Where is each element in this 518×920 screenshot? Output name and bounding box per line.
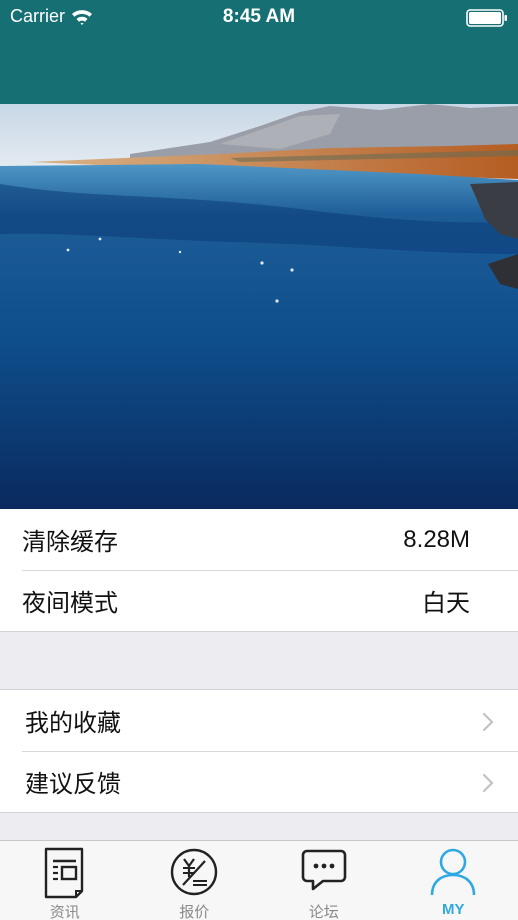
tab-news-label: 资讯 <box>49 903 80 920</box>
tab-news[interactable]: 资讯 <box>0 841 130 920</box>
hero-landscape-image <box>0 104 518 509</box>
tab-my[interactable]: MY <box>389 841 518 920</box>
links-group: 我的收藏 建议反馈 <box>0 689 518 813</box>
favorites-row[interactable]: 我的收藏 <box>0 690 518 751</box>
tab-quotes-label: 报价 <box>179 903 210 920</box>
settings-group: 清除缓存 8.28M 夜间模式 白天 <box>0 509 518 632</box>
lake-landscape-photo <box>0 104 518 509</box>
tab-forum[interactable]: 论坛 <box>259 841 389 920</box>
tab-my-label: MY <box>442 901 465 918</box>
status-bar: Carrier 8:45 AM <box>0 0 518 34</box>
clear-cache-row[interactable]: 清除缓存 8.28M <box>0 509 518 570</box>
feedback-label: 建议反馈 <box>25 770 121 798</box>
favorites-label: 我的收藏 <box>25 709 121 737</box>
tab-bar: 资讯 报价 论坛 MY <box>0 840 518 920</box>
battery-icon <box>466 9 507 27</box>
night-mode-row[interactable]: 夜间模式 白天 <box>0 570 518 631</box>
yuan-icon <box>171 848 218 896</box>
person-icon <box>430 848 476 896</box>
night-mode-label: 夜间模式 <box>22 589 118 617</box>
chevron-right-icon <box>482 712 494 732</box>
chevron-right-icon <box>482 773 494 793</box>
night-mode-value: 白天 <box>422 589 470 617</box>
feedback-row[interactable]: 建议反馈 <box>0 751 518 812</box>
clear-cache-label: 清除缓存 <box>22 528 118 556</box>
chat-bubble-icon <box>301 849 347 891</box>
cache-size-value: 8.28M <box>403 525 470 553</box>
status-time: 8:45 AM <box>222 6 296 27</box>
tab-forum-label: 论坛 <box>308 903 339 920</box>
tab-quotes[interactable]: 报价 <box>130 841 260 920</box>
news-icon <box>44 847 83 899</box>
